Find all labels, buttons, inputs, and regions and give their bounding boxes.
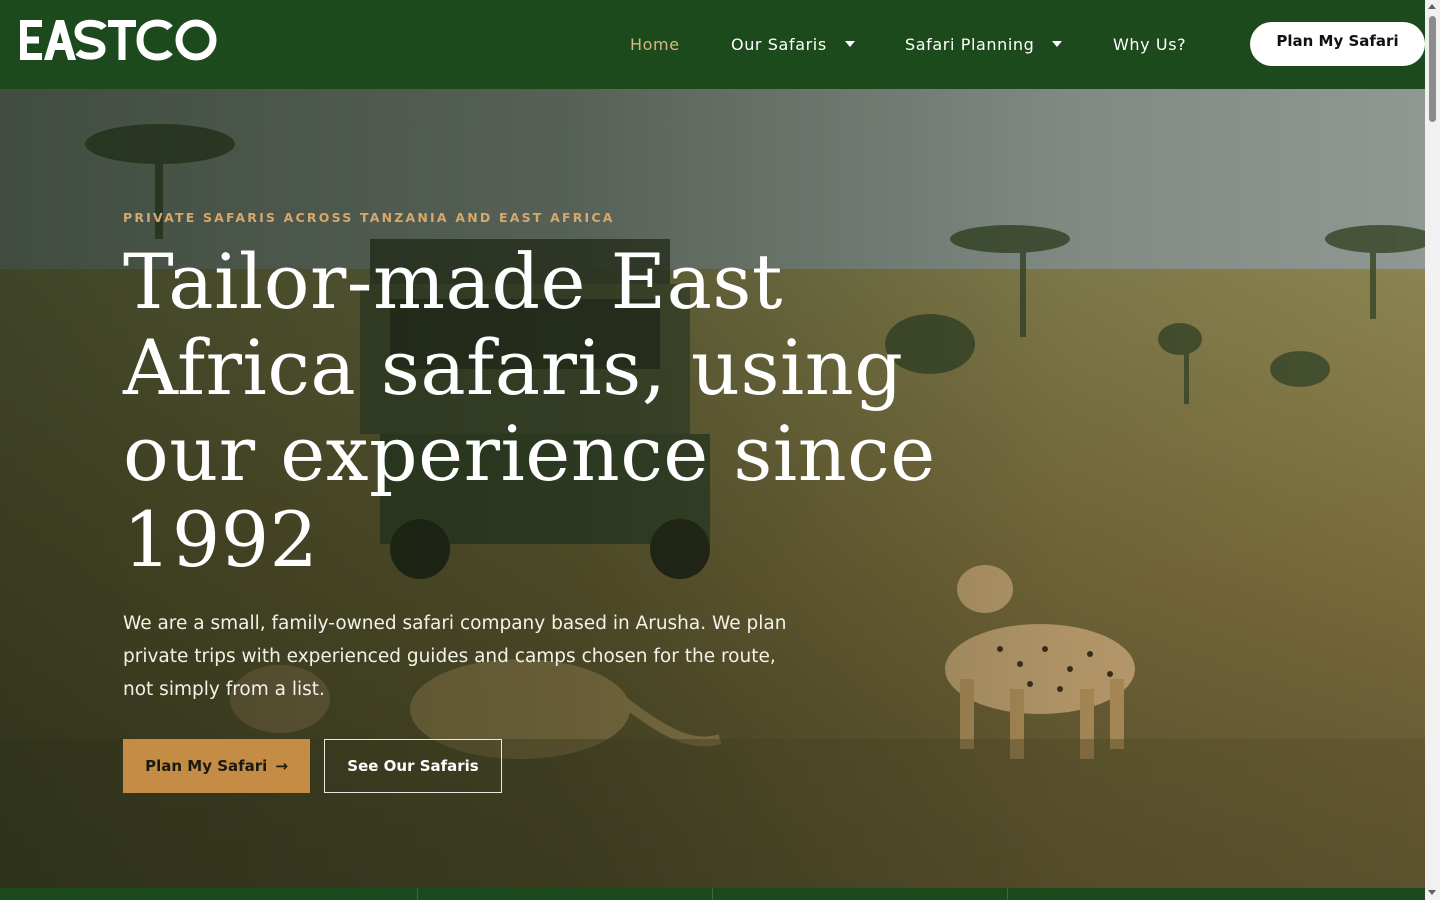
scroll-up-icon[interactable] [1428,4,1436,9]
site-header: Home Our Safaris Safari Planning Why Us?… [0,0,1425,89]
header-plan-my-safari-button[interactable]: Plan My Safari [1250,22,1425,66]
hero-description: We are a small, family-owned safari comp… [123,613,787,700]
nav-item-label: Home [630,34,680,54]
nav-item-label: Our Safaris [731,34,827,54]
nav-item-label: Why Us? [1113,34,1187,54]
hero-eyebrow: PRIVATE SAFARIS ACROSS TANZANIA AND EAST… [123,210,615,225]
feature-cell [713,888,1008,900]
feature-cell [0,888,418,900]
scrollbar-thumb[interactable] [1429,16,1436,122]
page-scrollbar[interactable] [1425,0,1440,900]
plan-my-safari-button[interactable]: Plan My Safari → [123,739,310,793]
nav-item-why-us[interactable]: Why Us? [1113,31,1186,57]
button-label: Plan My Safari [145,757,268,775]
nav-item-safari-planning[interactable]: Safari Planning [905,31,1063,57]
chevron-down-icon [1052,41,1063,47]
nav-item-label: Safari Planning [905,34,1035,54]
main-nav: Home Our Safaris Safari Planning Why Us? [0,0,1425,89]
feature-cell [418,888,713,900]
see-our-safaris-button[interactable]: See Our Safaris [324,739,502,793]
scroll-down-icon[interactable] [1428,890,1436,895]
arrow-right-icon: → [275,757,288,775]
nav-item-home[interactable]: Home [630,31,680,57]
nav-item-our-safaris[interactable]: Our Safaris [731,31,855,57]
hero-section: PRIVATE SAFARIS ACROSS TANZANIA AND EAST… [0,89,1425,888]
chevron-down-icon [844,41,855,47]
bottom-feature-strip [0,888,1425,900]
feature-cell [1008,888,1425,900]
hero-headline: Tailor-made East Africa safaris, using o… [123,237,936,584]
